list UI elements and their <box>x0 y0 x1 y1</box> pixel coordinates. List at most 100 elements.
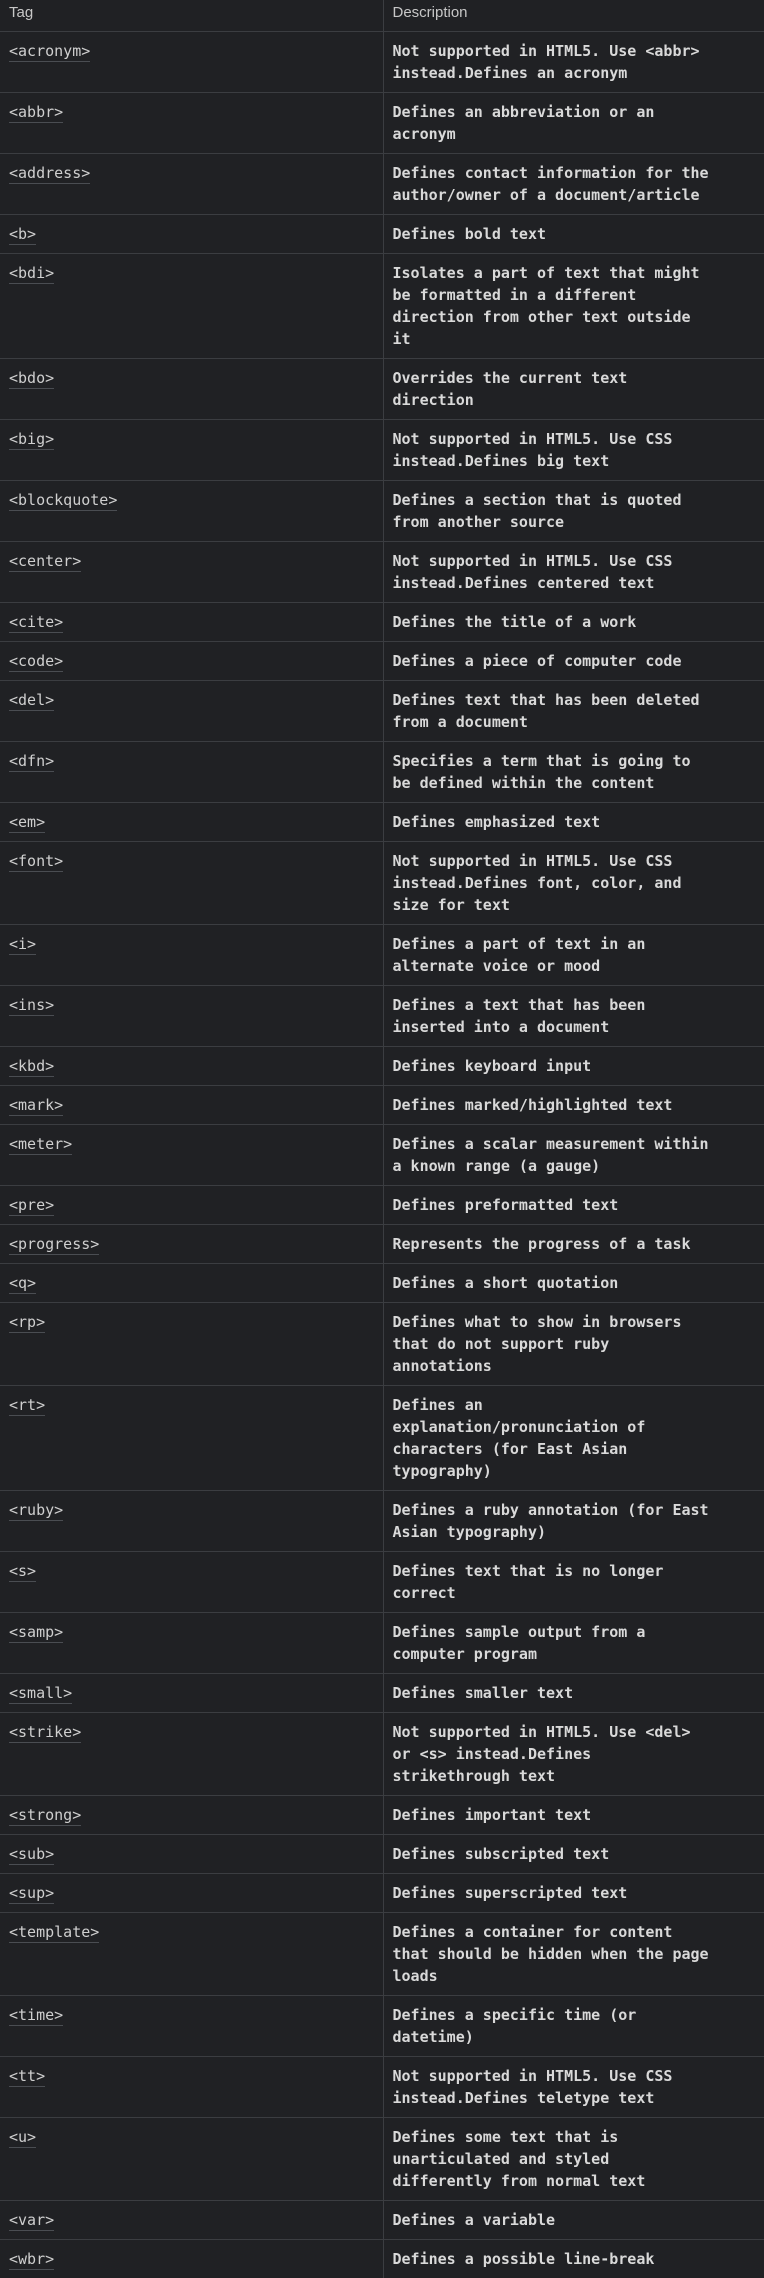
description-cell: Defines a variable <box>383 2201 764 2240</box>
tag-link[interactable]: <meter> <box>9 1135 72 1155</box>
tag-cell: <strong> <box>0 1796 383 1835</box>
tag-link[interactable]: <ins> <box>9 996 54 1016</box>
tag-cell: <cite> <box>0 603 383 642</box>
tag-link[interactable]: <strike> <box>9 1723 81 1743</box>
tag-link[interactable]: <time> <box>9 2006 63 2026</box>
tag-cell: <q> <box>0 1264 383 1303</box>
description-cell: Defines an abbreviation or an acronym <box>383 93 764 154</box>
tag-link[interactable]: <center> <box>9 552 81 572</box>
tag-link[interactable]: <bdi> <box>9 264 54 284</box>
tag-link[interactable]: <kbd> <box>9 1057 54 1077</box>
tag-link[interactable]: <del> <box>9 691 54 711</box>
table-row: <samp>Defines sample output from a compu… <box>0 1613 764 1674</box>
tag-link[interactable]: <abbr> <box>9 103 63 123</box>
table-row: <acronym>Not supported in HTML5. Use <ab… <box>0 32 764 93</box>
tag-link[interactable]: <sup> <box>9 1884 54 1904</box>
tag-link[interactable]: <font> <box>9 852 63 872</box>
tag-link[interactable]: <small> <box>9 1684 72 1704</box>
table-row: <progress> Represents the progress of a t… <box>0 1225 764 1264</box>
tag-cell: <pre> <box>0 1186 383 1225</box>
description-cell: Defines a short quotation <box>383 1264 764 1303</box>
table-row: <code> Defines a piece of computer code <box>0 642 764 681</box>
description-cell: Defines text that has been deleted from … <box>383 681 764 742</box>
tag-link[interactable]: <rp> <box>9 1313 45 1333</box>
description-cell: Defines a piece of computer code <box>383 642 764 681</box>
table-row: <bdo> Overrides the current text directio… <box>0 359 764 420</box>
table-row: <meter>Defines a scalar measurement with… <box>0 1125 764 1186</box>
tag-link[interactable]: <pre> <box>9 1196 54 1216</box>
tag-cell: <meter> <box>0 1125 383 1186</box>
description-cell: Defines a possible line-break <box>383 2240 764 2278</box>
tag-link[interactable]: <big> <box>9 430 54 450</box>
tag-link[interactable]: <sub> <box>9 1845 54 1865</box>
tag-link[interactable]: <em> <box>9 813 45 833</box>
tag-link[interactable]: <i> <box>9 935 36 955</box>
tag-link[interactable]: <u> <box>9 2128 36 2148</box>
tag-cell: <ruby> <box>0 1491 383 1552</box>
description-cell: Specifies a term that is going to be def… <box>383 742 764 803</box>
tag-link[interactable]: <samp> <box>9 1623 63 1643</box>
tag-cell: <rp> <box>0 1303 383 1386</box>
description-cell: Not supported in HTML5. Use CSS instead.… <box>383 542 764 603</box>
description-cell: Defines what to show in browsers that do… <box>383 1303 764 1386</box>
table-row: <rt>Defines an explanation/pronunciation… <box>0 1386 764 1491</box>
table-header-row: Tag Description <box>0 0 764 32</box>
tag-link[interactable]: <ruby> <box>9 1501 63 1521</box>
table-row: <address> Defines contact information for… <box>0 154 764 215</box>
tag-cell: <acronym> <box>0 32 383 93</box>
tag-cell: <progress> <box>0 1225 383 1264</box>
column-header-tag: Tag <box>0 0 383 32</box>
tag-reference-table: Tag Description <acronym>Not supported i… <box>0 0 764 2278</box>
description-cell: Overrides the current text direction <box>383 359 764 420</box>
tag-link[interactable]: <progress> <box>9 1235 99 1255</box>
tag-link[interactable]: <blockquote> <box>9 491 117 511</box>
tag-cell: <font> <box>0 842 383 925</box>
table-row: <bdi>Isolates a part of text that might … <box>0 254 764 359</box>
description-cell: Not supported in HTML5. Use <del> or <s>… <box>383 1713 764 1796</box>
table-row: <tt>Not supported in HTML5. Use CSS inst… <box>0 2057 764 2118</box>
tag-link[interactable]: <code> <box>9 652 63 672</box>
description-cell: Defines contact information for the auth… <box>383 154 764 215</box>
tag-link[interactable]: <template> <box>9 1923 99 1943</box>
column-header-description: Description <box>383 0 764 32</box>
description-cell: Defines keyboard input <box>383 1047 764 1086</box>
table-row: <rp> Defines what to show in browsers tha… <box>0 1303 764 1386</box>
description-cell: Defines text that is no longer correct <box>383 1552 764 1613</box>
table-row: <del> Defines text that has been deleted … <box>0 681 764 742</box>
tag-cell: <blockquote> <box>0 481 383 542</box>
tag-cell: <big> <box>0 420 383 481</box>
tag-cell: <template> <box>0 1913 383 1996</box>
tag-cell: <rt> <box>0 1386 383 1491</box>
table-row: <q> Defines a short quotation <box>0 1264 764 1303</box>
tag-cell: <center> <box>0 542 383 603</box>
tag-link[interactable]: <bdo> <box>9 369 54 389</box>
description-cell: Defines bold text <box>383 215 764 254</box>
table-row: <wbr> Defines a possible line-break <box>0 2240 764 2278</box>
tag-link[interactable]: <mark> <box>9 1096 63 1116</box>
tag-link[interactable]: <tt> <box>9 2067 45 2087</box>
description-cell: Represents the progress of a task <box>383 1225 764 1264</box>
description-cell: Defines superscripted text <box>383 1874 764 1913</box>
table-row: <b> Defines bold text <box>0 215 764 254</box>
table-row: <mark>Defines marked/highlighted text <box>0 1086 764 1125</box>
tag-link[interactable]: <wbr> <box>9 2250 54 2270</box>
tag-link[interactable]: <dfn> <box>9 752 54 772</box>
description-cell: Defines a ruby annotation (for East Asia… <box>383 1491 764 1552</box>
description-cell: Defines a container for content that sho… <box>383 1913 764 1996</box>
tag-cell: <samp> <box>0 1613 383 1674</box>
tag-cell: <strike> <box>0 1713 383 1796</box>
tag-link[interactable]: <rt> <box>9 1396 45 1416</box>
table-row: <kbd> Defines keyboard input <box>0 1047 764 1086</box>
tag-link[interactable]: <s> <box>9 1562 36 1582</box>
table-row: <sup> Defines superscripted text <box>0 1874 764 1913</box>
tag-link[interactable]: <address> <box>9 164 90 184</box>
tag-link[interactable]: <acronym> <box>9 42 90 62</box>
tag-cell: <u> <box>0 2118 383 2201</box>
tag-link[interactable]: <strong> <box>9 1806 81 1826</box>
description-cell: Defines smaller text <box>383 1674 764 1713</box>
tag-link[interactable]: <b> <box>9 225 36 245</box>
tag-cell: <dfn> <box>0 742 383 803</box>
tag-link[interactable]: <q> <box>9 1274 36 1294</box>
tag-link[interactable]: <cite> <box>9 613 63 633</box>
tag-link[interactable]: <var> <box>9 2211 54 2231</box>
